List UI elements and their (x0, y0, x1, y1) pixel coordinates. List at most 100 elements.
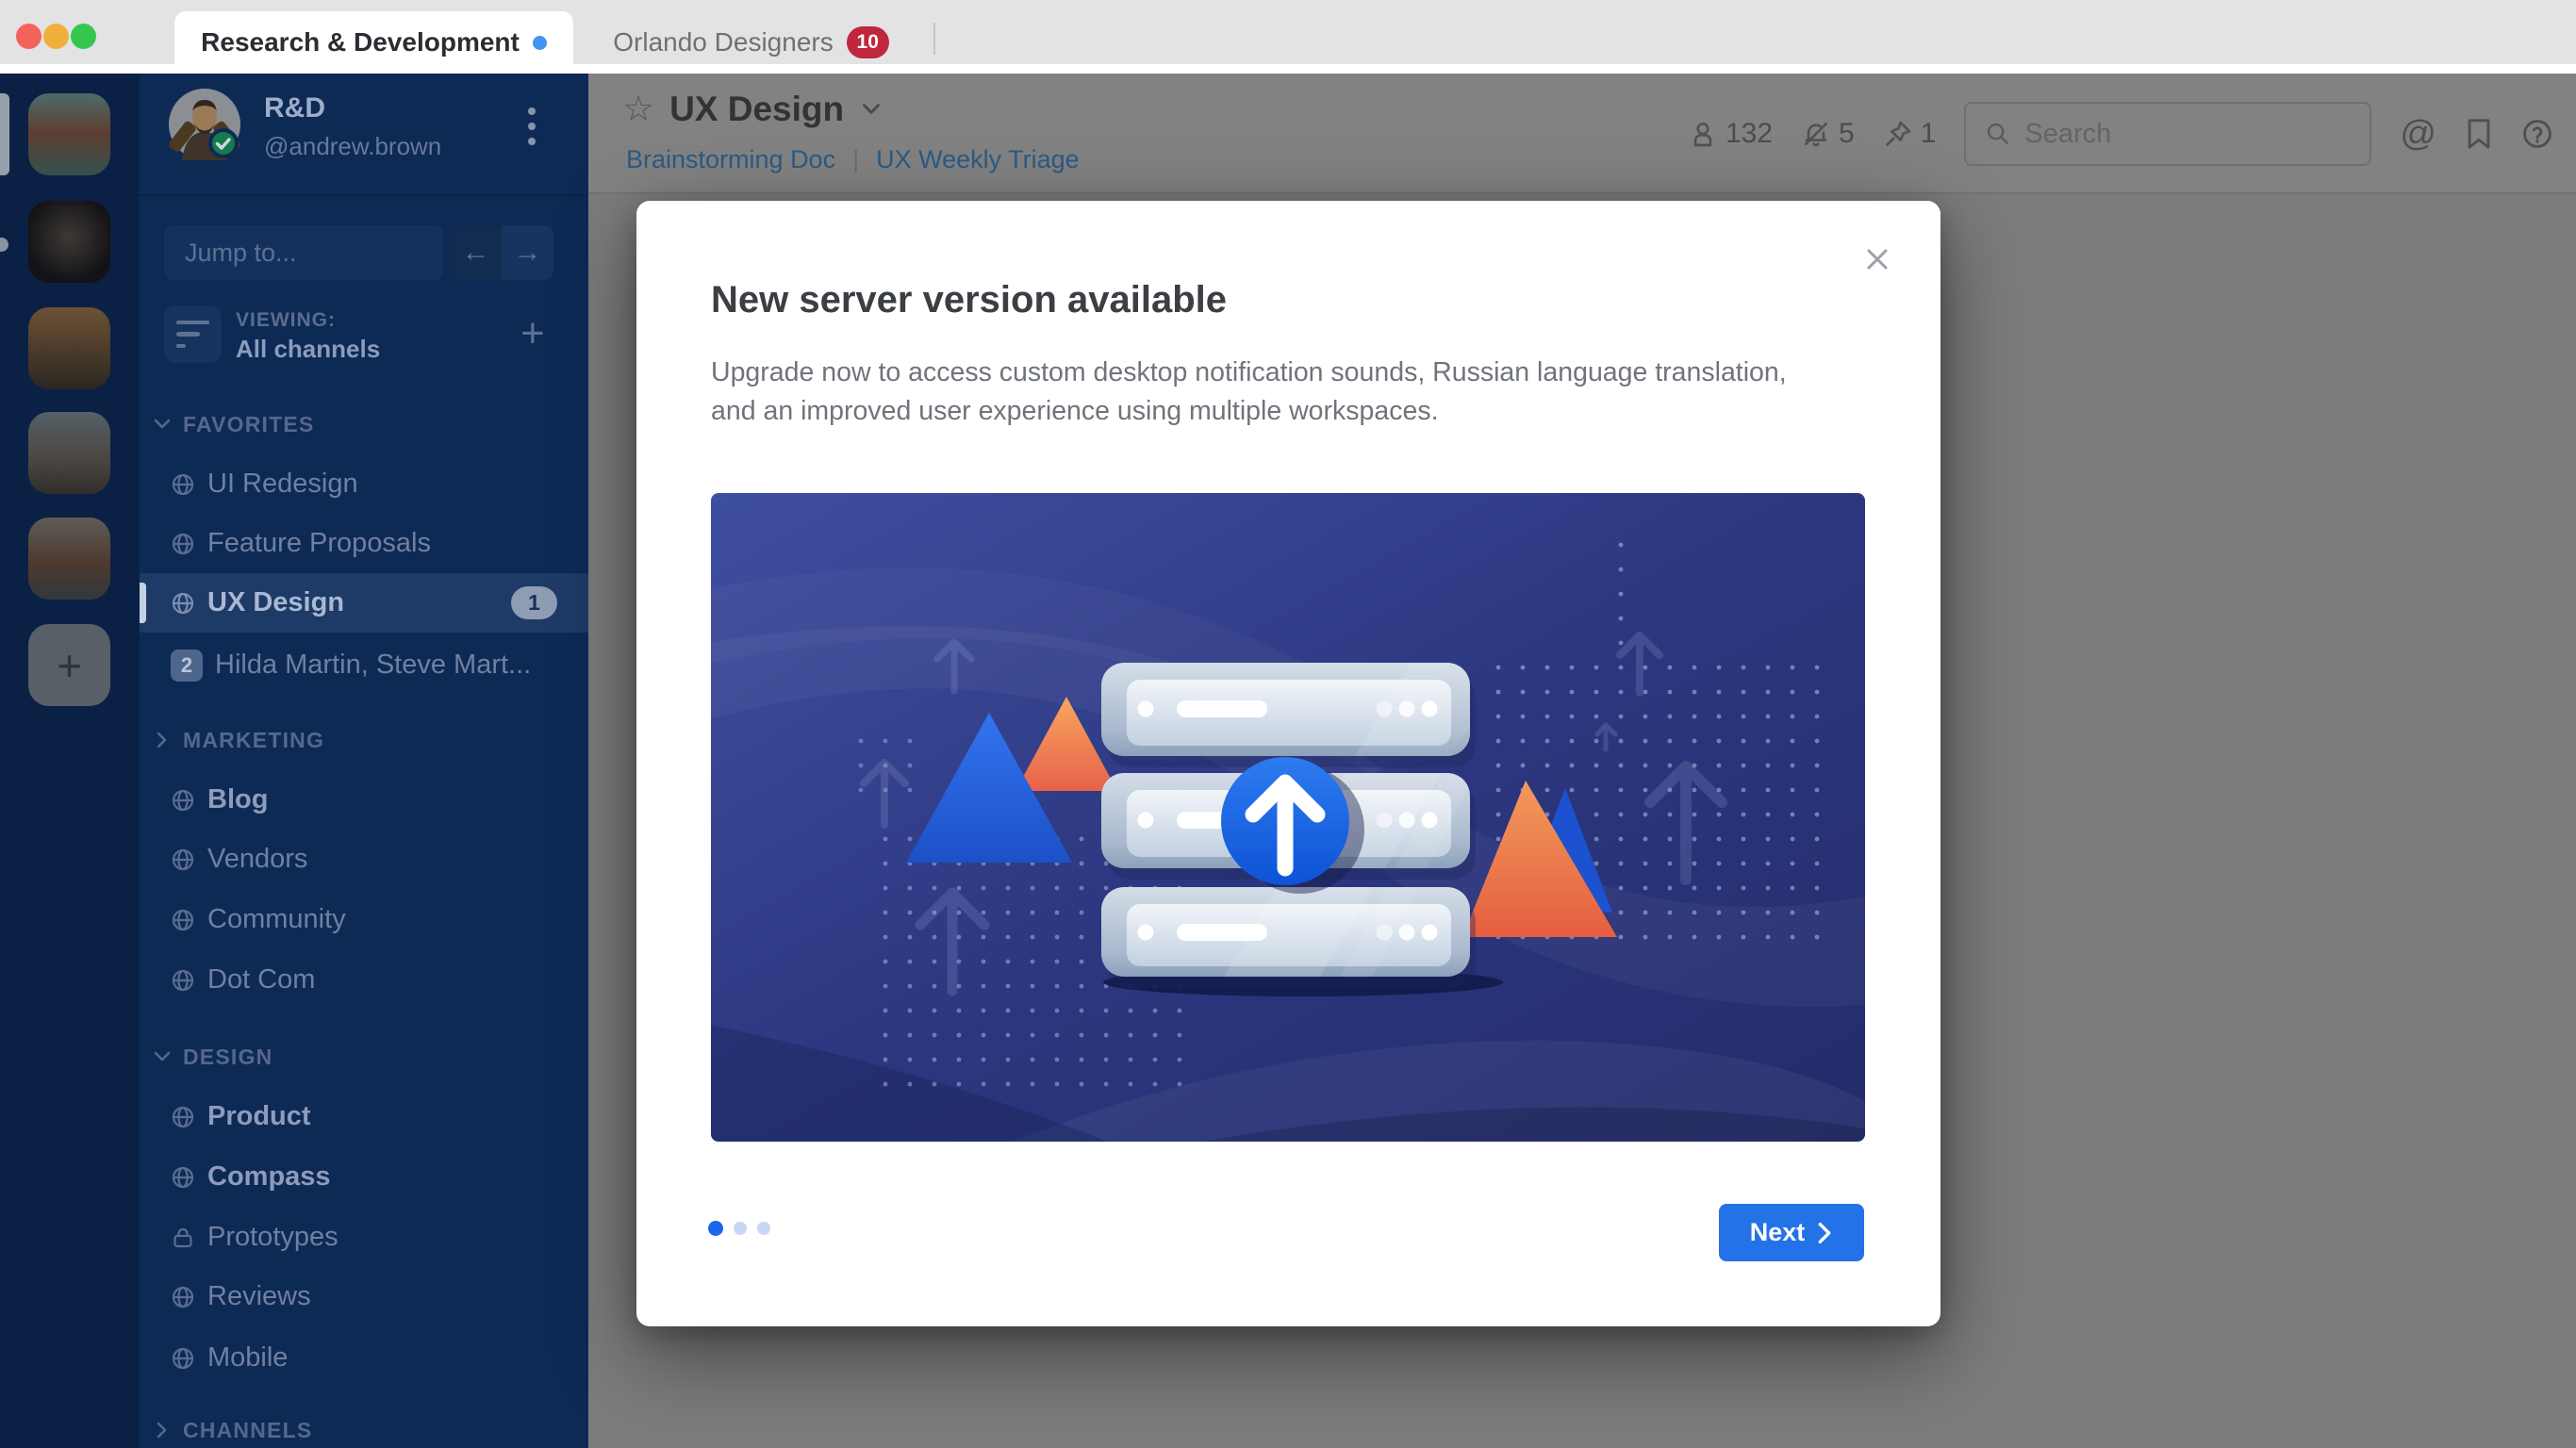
tab-separator (933, 23, 935, 55)
upgrade-modal: New server version available Upgrade now… (636, 201, 1940, 1326)
workspace-menu-button[interactable] (528, 107, 536, 145)
globe-icon (172, 1106, 194, 1127)
workspace-name: R&D (264, 92, 325, 123)
sidebar-item-prototypes[interactable]: Prototypes (140, 1208, 588, 1267)
next-button[interactable]: Next (1719, 1204, 1864, 1261)
sidebar-item-ui-redesign[interactable]: UI Redesign (140, 454, 588, 514)
section-favorites[interactable]: FAVORITES (140, 405, 588, 443)
globe-icon (172, 473, 194, 495)
close-icon[interactable] (1858, 240, 1896, 278)
sidebar-item-compass[interactable]: Compass (140, 1147, 588, 1207)
person-icon (1693, 123, 1712, 147)
sidebar-item-mobile[interactable]: Mobile (140, 1328, 588, 1388)
pin-icon (1886, 121, 1911, 146)
chevron-right-icon (1818, 1222, 1831, 1243)
add-channel-button[interactable]: + (520, 309, 545, 358)
workspace-item-3[interactable] (28, 307, 110, 389)
chevron-right-icon (157, 1422, 167, 1439)
mentions-button[interactable]: @ (2400, 114, 2436, 155)
search-icon (1988, 123, 2009, 145)
sidebar-item-reviews[interactable]: Reviews (140, 1267, 588, 1326)
sidebar-item-vendors[interactable]: Vendors (140, 830, 588, 889)
channel-sidebar: R&D @andrew.brown ← → VIEWING: All chann… (140, 74, 588, 1448)
viewing-label: VIEWING: (236, 309, 336, 331)
forward-arrow-button[interactable]: → (502, 225, 553, 280)
globe-icon (172, 533, 194, 554)
channel-header: ☆ UX Design Brainstorming Doc | UX Weekl… (588, 74, 2576, 194)
search-box[interactable] (1964, 102, 2372, 166)
selected-indicator (140, 583, 146, 623)
bell-slash-icon (1805, 123, 1828, 147)
bookmark-icon (2468, 119, 2490, 149)
window-edge (0, 64, 2576, 74)
username: @andrew.brown (264, 132, 442, 160)
dm-participant-count: 2 (171, 649, 203, 682)
globe-icon (172, 789, 194, 811)
pinned-link-brainstorming[interactable]: Brainstorming Doc (626, 145, 835, 174)
pinned-link-triage[interactable]: UX Weekly Triage (876, 145, 1080, 174)
sidebar-item-community[interactable]: Community (140, 890, 588, 949)
help-icon (2523, 120, 2551, 148)
modal-title: New server version available (711, 279, 1227, 321)
section-marketing[interactable]: MARKETING (140, 721, 588, 759)
saved-items-button[interactable] (2465, 118, 2493, 150)
help-button[interactable] (2521, 118, 2553, 150)
globe-icon (172, 909, 194, 930)
zoom-window-button[interactable] (71, 24, 96, 49)
workspace-unread-dot (0, 238, 8, 252)
favorite-star-icon[interactable]: ☆ (622, 89, 654, 130)
upgrade-illustration (711, 493, 1865, 1142)
search-input[interactable] (2024, 118, 2346, 150)
workspace-item-2[interactable] (28, 201, 110, 283)
modal-body-text: Upgrade now to access custom desktop not… (711, 357, 1787, 426)
unread-dot-icon (532, 35, 547, 50)
pager-dot-2[interactable] (734, 1222, 747, 1235)
muted-count[interactable]: 5 (1801, 118, 1855, 150)
channel-title[interactable]: UX Design (669, 90, 844, 129)
sidebar-item-feature-proposals[interactable]: Feature Proposals (140, 514, 588, 573)
dot-grid (1602, 535, 1630, 658)
divider (140, 194, 588, 196)
globe-icon (172, 1286, 194, 1308)
tab-label: Orlando Designers (613, 27, 834, 57)
chevron-down-icon (154, 419, 171, 429)
unread-count-badge: 1 (511, 586, 557, 619)
globe-icon (172, 592, 194, 614)
workspace-item-5[interactable] (28, 518, 110, 600)
active-workspace-indicator (0, 93, 9, 175)
sidebar-item-blog[interactable]: Blog (140, 770, 588, 830)
workspace-item-4[interactable] (28, 412, 110, 494)
close-window-button[interactable] (16, 24, 41, 49)
sidebar-item-dot-com[interactable]: Dot Com (140, 950, 588, 1010)
jump-to-input[interactable] (164, 225, 443, 280)
section-channels[interactable]: CHANNELS (140, 1411, 588, 1448)
workspace-rail: + (0, 74, 140, 1448)
add-workspace-button[interactable]: + (28, 624, 110, 706)
sidebar-item-dm-group[interactable]: 2 Hilda Martin, Steve Mart... (140, 635, 588, 695)
tab-label: Research & Development (201, 27, 520, 57)
link-separator: | (852, 145, 860, 173)
app-window: Research & Development Orlando Designers… (0, 0, 2576, 1448)
globe-icon (172, 848, 194, 870)
window-tab-bar: Research & Development Orlando Designers… (0, 0, 2576, 74)
history-nav: ← → (450, 225, 553, 280)
avatar[interactable] (169, 89, 240, 160)
sidebar-item-ux-design[interactable]: UX Design 1 (140, 573, 588, 633)
sidebar-item-product[interactable]: Product (140, 1087, 588, 1146)
section-design[interactable]: DESIGN (140, 1038, 588, 1076)
globe-icon (172, 1166, 194, 1188)
workspace-item-1[interactable] (28, 93, 110, 175)
member-count[interactable]: 132 (1688, 118, 1773, 150)
back-arrow-button[interactable]: ← (450, 225, 502, 280)
chevron-down-icon (154, 1051, 171, 1061)
pinned-count[interactable]: 1 (1883, 118, 1936, 150)
viewing-value[interactable]: All channels (236, 335, 380, 364)
lock-icon (173, 1227, 192, 1247)
pager-dot-1[interactable] (708, 1221, 723, 1236)
filter-icon[interactable] (164, 305, 222, 363)
globe-icon (172, 1347, 194, 1369)
pager-dot-3[interactable] (757, 1222, 770, 1235)
chevron-down-icon[interactable] (859, 97, 883, 122)
tab-unread-badge: 10 (846, 26, 889, 58)
minimize-window-button[interactable] (43, 24, 69, 49)
